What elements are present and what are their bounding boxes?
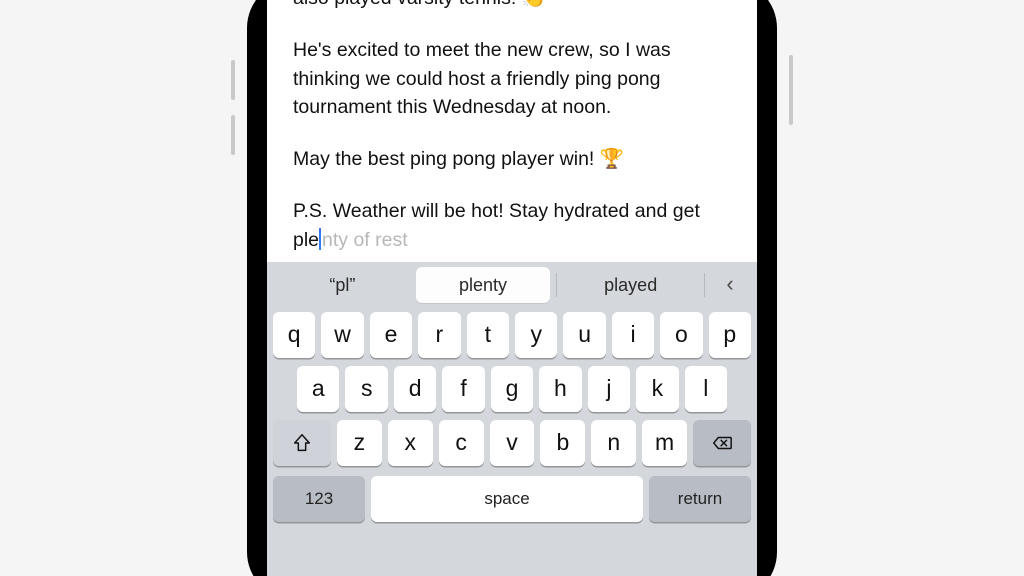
key-w[interactable]: w	[321, 312, 363, 358]
key-r[interactable]: r	[418, 312, 460, 358]
message-body[interactable]: also played varsity tennis! 👏 He's excit…	[267, 0, 757, 262]
key-row-4: 123 space return	[267, 470, 757, 528]
key-row-1: q w e r t y u i o p	[267, 308, 757, 362]
key-o[interactable]: o	[660, 312, 702, 358]
key-i[interactable]: i	[612, 312, 654, 358]
text-caret	[319, 228, 321, 250]
body-paragraph-2: He's excited to meet the new crew, so I …	[293, 36, 731, 121]
body-ps-line: P.S. Weather will be hot! Stay hydrated …	[293, 197, 731, 254]
ios-keyboard: “pl” plenty played ‹ q w e r t y	[267, 262, 757, 576]
key-s[interactable]: s	[345, 366, 387, 412]
backspace-icon	[711, 432, 733, 454]
space-key[interactable]: space	[371, 476, 643, 522]
key-c[interactable]: c	[439, 420, 484, 466]
key-l[interactable]: l	[685, 366, 727, 412]
key-p[interactable]: p	[709, 312, 751, 358]
phone-screen: also played varsity tennis! 👏 He's excit…	[267, 0, 757, 576]
suggestion-primary[interactable]: plenty	[416, 267, 551, 303]
predictive-ghost-text: nty of rest	[322, 229, 408, 251]
key-n[interactable]: n	[591, 420, 636, 466]
key-e[interactable]: e	[370, 312, 412, 358]
body-line-cut: also played varsity tennis! 👏	[293, 0, 731, 12]
key-k[interactable]: k	[636, 366, 678, 412]
key-b[interactable]: b	[540, 420, 585, 466]
key-f[interactable]: f	[442, 366, 484, 412]
key-q[interactable]: q	[273, 312, 315, 358]
key-u[interactable]: u	[563, 312, 605, 358]
numeric-mode-key[interactable]: 123	[273, 476, 365, 522]
key-m[interactable]: m	[642, 420, 687, 466]
key-y[interactable]: y	[515, 312, 557, 358]
phone-side-button	[789, 55, 793, 125]
shift-icon	[291, 432, 313, 454]
phone-volume-down-button	[231, 115, 235, 155]
suggestion-verbatim[interactable]: “pl”	[275, 267, 410, 303]
key-g[interactable]: g	[491, 366, 533, 412]
key-row-2: a s d f g h j k l	[267, 362, 757, 416]
key-v[interactable]: v	[490, 420, 535, 466]
shift-key[interactable]	[273, 420, 331, 466]
key-t[interactable]: t	[467, 312, 509, 358]
key-z[interactable]: z	[337, 420, 382, 466]
phone-frame: also played varsity tennis! 👏 He's excit…	[247, 0, 777, 576]
key-x[interactable]: x	[388, 420, 433, 466]
suggestion-separator	[556, 273, 557, 297]
key-a[interactable]: a	[297, 366, 339, 412]
phone-volume-up-button	[231, 60, 235, 100]
body-paragraph-3: May the best ping pong player win! 🏆	[293, 145, 731, 173]
quicktype-bar: “pl” plenty played ‹	[267, 262, 757, 308]
return-key[interactable]: return	[649, 476, 751, 522]
stage: also played varsity tennis! 👏 He's excit…	[0, 0, 1024, 576]
collapse-suggestions-button[interactable]: ‹	[711, 267, 749, 303]
key-d[interactable]: d	[394, 366, 436, 412]
backspace-key[interactable]	[693, 420, 751, 466]
suggestion-secondary[interactable]: played	[563, 267, 698, 303]
key-j[interactable]: j	[588, 366, 630, 412]
suggestion-separator	[704, 273, 705, 297]
key-h[interactable]: h	[539, 366, 581, 412]
key-row-3: z x c v b n m	[267, 416, 757, 470]
